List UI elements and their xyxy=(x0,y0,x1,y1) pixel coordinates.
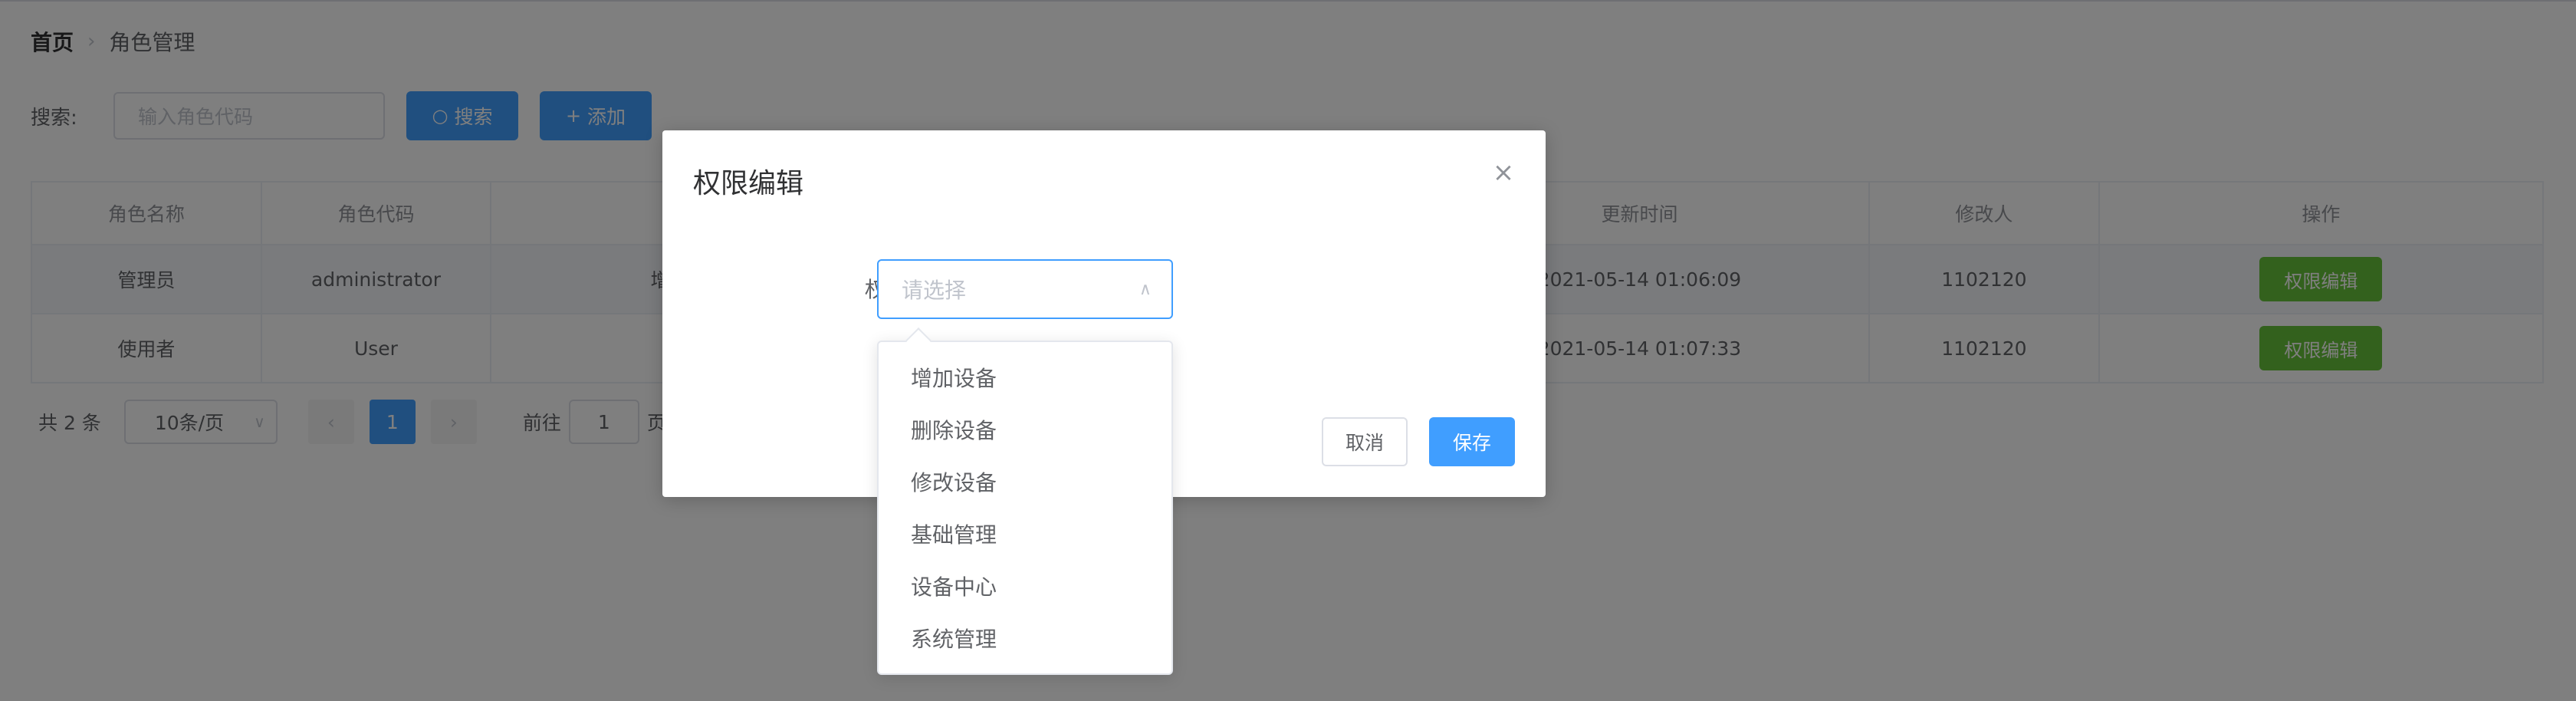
permission-dropdown: 增加设备 删除设备 修改设备 基础管理 设备中心 系统管理 xyxy=(877,327,1173,675)
permission-select-placeholder: 请选择 xyxy=(902,278,967,303)
dropdown-option[interactable]: 基础管理 xyxy=(879,508,1171,560)
dialog-title: 权限编辑 xyxy=(693,168,804,199)
dropdown-option[interactable]: 系统管理 xyxy=(879,612,1171,664)
cancel-button[interactable]: 取消 xyxy=(1322,417,1408,466)
close-icon[interactable]: × xyxy=(1490,160,1516,186)
chevron-up-icon: ∧ xyxy=(1138,279,1152,299)
dropdown-option[interactable]: 增加设备 xyxy=(879,351,1171,403)
permission-select[interactable]: 请选择 ∧ xyxy=(877,259,1173,319)
dropdown-option[interactable]: 设备中心 xyxy=(879,560,1171,612)
dropdown-option[interactable]: 删除设备 xyxy=(879,403,1171,456)
dropdown-option[interactable]: 修改设备 xyxy=(879,456,1171,508)
dialog-footer: 取消 保存 xyxy=(1322,417,1515,466)
save-button[interactable]: 保存 xyxy=(1429,417,1515,466)
